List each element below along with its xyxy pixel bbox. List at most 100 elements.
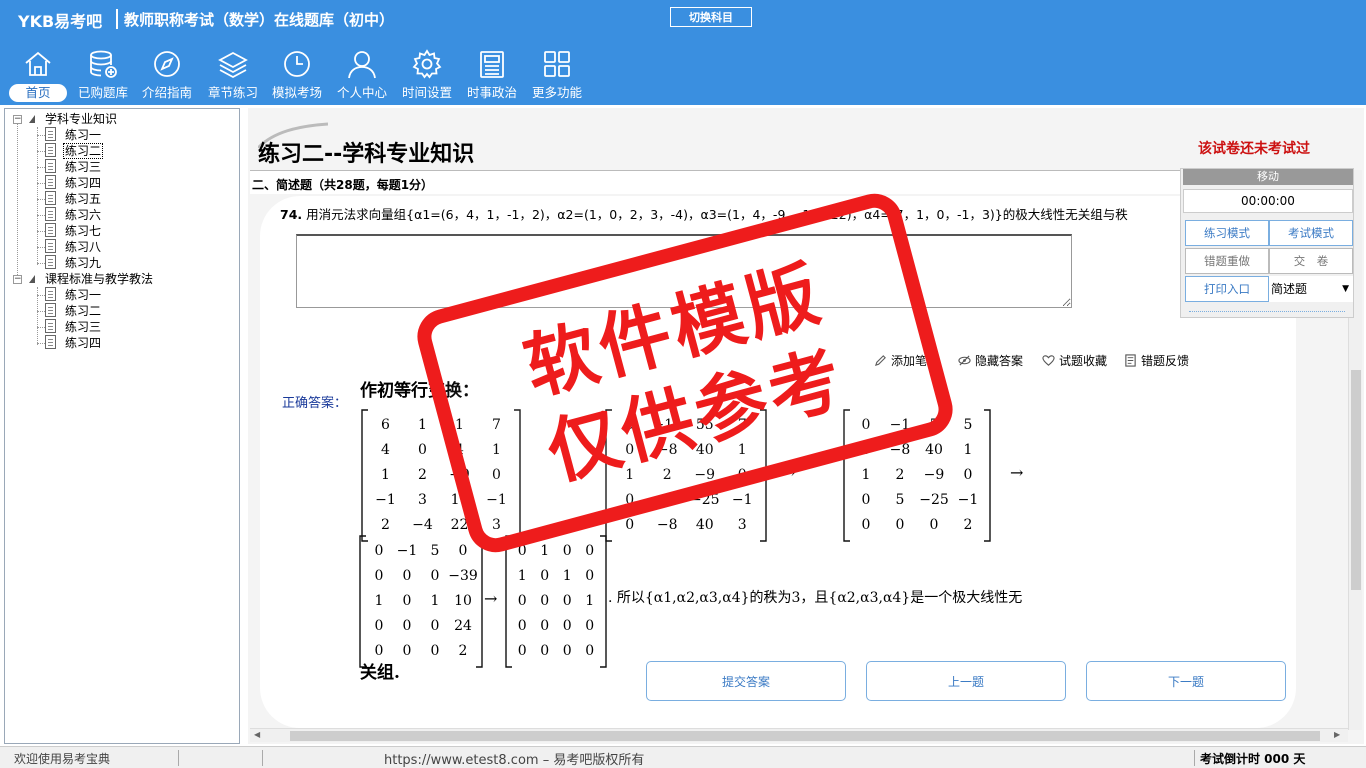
horizontal-scrollbar-thumb[interactable]	[290, 731, 1320, 741]
horizontal-scrollbar[interactable]: ◀ ▶	[250, 728, 1348, 742]
redo-wrong-button[interactable]: 错题重做	[1185, 248, 1269, 274]
gear-icon	[412, 49, 442, 79]
tree-item-practice-1[interactable]: 练习一	[65, 127, 101, 143]
matrix-cell: 3	[492, 517, 501, 533]
matrix-cell: 1	[381, 467, 390, 483]
question-type-select[interactable]: 简述题 ▼	[1269, 276, 1353, 302]
document-icon	[45, 255, 56, 269]
eye-off-icon	[958, 355, 971, 366]
tree-line	[37, 327, 45, 328]
answer-input[interactable]	[296, 234, 1072, 308]
matrix-cell: −4	[412, 517, 433, 533]
matrix-cell: 3	[738, 517, 747, 533]
previous-question-button[interactable]: 上一题	[866, 661, 1066, 701]
matrix-cell: 0	[403, 643, 412, 659]
tree-item-practice-4[interactable]: 练习四	[65, 175, 101, 191]
nav-home[interactable]: 首页	[8, 48, 68, 104]
matrix-cell: 0	[431, 618, 440, 634]
scroll-left-arrow-icon[interactable]: ◀	[254, 730, 260, 739]
tree-line	[37, 311, 45, 312]
matrix-cell: 0	[625, 492, 634, 508]
tree-item-practice-8[interactable]: 练习八	[65, 239, 101, 255]
tree-item-curriculum-3[interactable]: 练习三	[65, 319, 101, 335]
matrix-cell: −1	[732, 492, 753, 508]
matrix-cell: 0	[375, 568, 384, 584]
matrix-cell: 1	[431, 593, 440, 609]
matrix-cell: 0	[964, 467, 973, 483]
matrix-cell: 0	[862, 417, 871, 433]
vertical-scrollbar-thumb[interactable]	[1351, 370, 1361, 590]
nav-purchased[interactable]: 已购题库	[72, 48, 134, 104]
submit-paper-button[interactable]: 交 卷	[1269, 248, 1353, 274]
matrix-a: 6 1 1 7 4 0 4 1 1 2 −9 0 −1 3 16 −1 2 −4 22 3	[361, 409, 521, 542]
tree-group-curriculum[interactable]: 课程标准与教学教法	[45, 271, 153, 287]
matrix-cell: −25	[690, 492, 720, 508]
scroll-right-arrow-icon[interactable]: ▶	[1334, 730, 1340, 739]
nav-current-affairs[interactable]: 时事政治	[461, 48, 523, 104]
matrix-b: 0 −11 55 7 0 −8 40 1 1 2 −9 0 0 5 −25 −1 0 −8 40 3	[605, 409, 767, 542]
tree-item-practice-5[interactable]: 练习五	[65, 191, 101, 207]
nav-personal-center[interactable]: 个人中心	[331, 48, 393, 104]
matrix-cell: 0	[862, 492, 871, 508]
matrix-cell: 0	[375, 643, 384, 659]
matrix-cell: 1	[375, 593, 384, 609]
matrix-cell: 0	[540, 593, 549, 609]
tree-item-practice-9[interactable]: 练习九	[65, 255, 101, 271]
answer-conclusion: . 所以{α1,α2,α3,α4}的秩为3，且{α2,α3,α4}是一个极大线性…	[608, 590, 1022, 606]
nav-label: 时事政治	[467, 85, 518, 100]
matrix-c: 0 −1 5 5 0 −8 40 1 1 2 −9 0 0 5 −25 −1 0 0 0 2	[843, 409, 991, 542]
tree-line	[37, 151, 45, 152]
exam-mode-button[interactable]: 考试模式	[1269, 220, 1353, 246]
practice-mode-button[interactable]: 练习模式	[1185, 220, 1269, 246]
hide-answer-link[interactable]: 隐藏答案	[958, 352, 1023, 369]
nav-mock-exam[interactable]: 模拟考场	[266, 48, 328, 104]
heart-icon	[1042, 355, 1055, 366]
matrix-cell: −1	[375, 492, 396, 508]
submit-answer-button[interactable]: 提交答案	[646, 661, 846, 701]
matrix-bracket	[984, 409, 991, 542]
feedback-link[interactable]: 错题反馈	[1124, 352, 1189, 369]
switch-subject-button[interactable]: 切换科目	[670, 7, 752, 27]
exam-status-text: 该试卷还未考试过	[1198, 141, 1310, 157]
tree-line	[37, 295, 45, 296]
matrix-cell: 0	[563, 593, 572, 609]
matrix-cell: 2	[418, 467, 427, 483]
nav-time-settings[interactable]: 时间设置	[396, 48, 458, 104]
tree-item-curriculum-1[interactable]: 练习一	[65, 287, 101, 303]
compass-icon	[154, 51, 180, 77]
matrix-e: 0 1 0 01 0 1 00 0 0 10 0 0 00 0 0 0	[505, 535, 607, 668]
arrow: →	[782, 463, 795, 482]
matrix-cell: 0	[418, 442, 427, 458]
matrix-cell: 2	[896, 467, 905, 483]
tree-item-curriculum-2[interactable]: 练习二	[65, 303, 101, 319]
next-question-button[interactable]: 下一题	[1086, 661, 1286, 701]
tree-line	[37, 263, 45, 264]
matrix-cell: 40	[925, 442, 943, 458]
tree-item-curriculum-4[interactable]: 练习四	[65, 335, 101, 351]
nav-more-features[interactable]: 更多功能	[526, 48, 588, 104]
matrix-cell: 1	[492, 442, 501, 458]
matrix-bracket	[359, 535, 366, 668]
tree-expander[interactable]: −	[13, 275, 22, 284]
tree-item-practice-6[interactable]: 练习六	[65, 207, 101, 223]
tree-expander[interactable]: −	[13, 115, 22, 124]
matrix-cell: 1	[585, 593, 594, 609]
nav-guide[interactable]: 介绍指南	[136, 48, 198, 104]
tree-group-subject-knowledge[interactable]: 学科专业知识	[45, 111, 117, 127]
matrix-cell: 4	[455, 442, 464, 458]
add-note-link[interactable]: 添加笔记	[874, 352, 939, 369]
matrix-cell: −9	[694, 467, 715, 483]
nav-chapter-practice[interactable]: 章节练习	[202, 48, 264, 104]
print-button[interactable]: 打印入口	[1185, 276, 1269, 302]
panel-divider	[1189, 311, 1345, 312]
document-icon	[45, 335, 56, 349]
favorite-link[interactable]: 试题收藏	[1042, 352, 1107, 369]
matrix-cell: 1	[964, 442, 973, 458]
tree-item-practice-3[interactable]: 练习三	[65, 159, 101, 175]
user-icon	[348, 51, 376, 79]
matrix-cell: −8	[657, 442, 678, 458]
tree-item-practice-2[interactable]: 练习二	[63, 143, 104, 159]
panel-move-handle[interactable]: 移动	[1183, 169, 1353, 185]
answer-conclusion-end: 关组.	[360, 662, 400, 683]
tree-item-practice-7[interactable]: 练习七	[65, 223, 101, 239]
